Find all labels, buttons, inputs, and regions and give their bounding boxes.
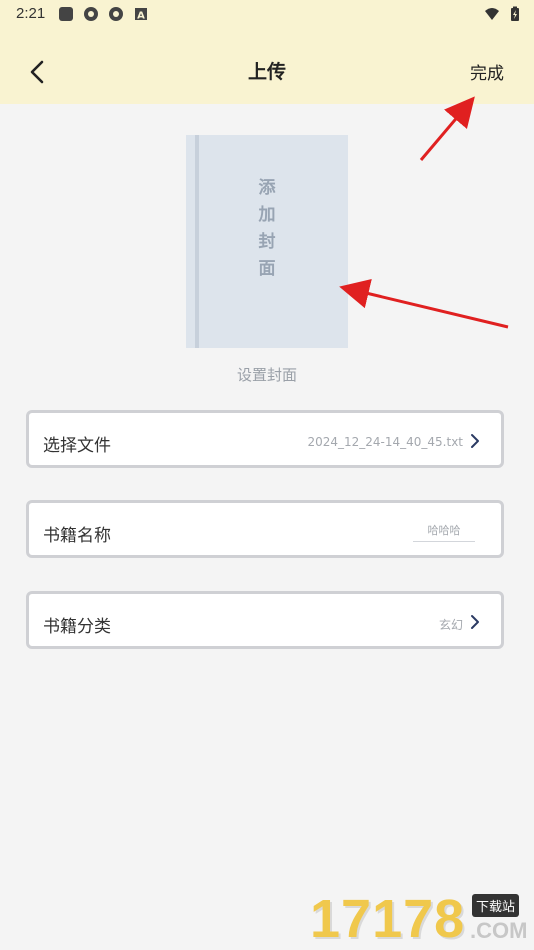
annotation-arrows: [339, 96, 509, 329]
watermark-domain: .COM: [470, 918, 528, 943]
arrow-to-cover: [339, 278, 509, 329]
arrow-to-done-button: [419, 96, 475, 161]
watermark-brand: 17178: [310, 889, 466, 949]
watermark-tag: 下载站: [472, 894, 520, 917]
